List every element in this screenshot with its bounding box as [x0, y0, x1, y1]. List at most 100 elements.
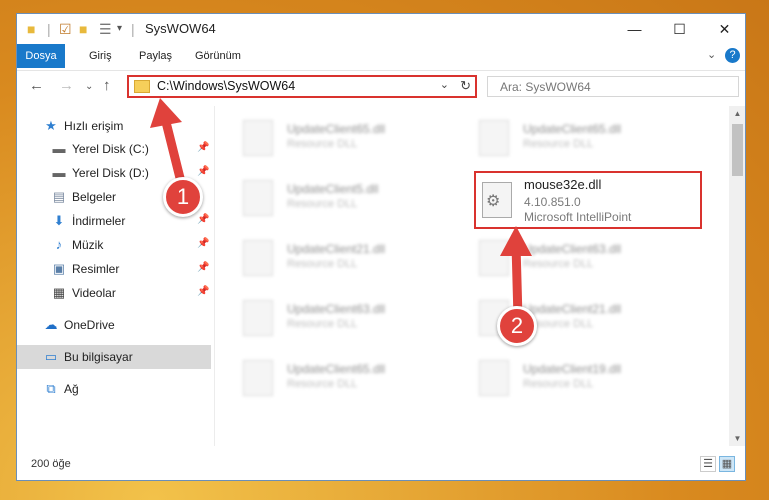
file-type: Resource DLL: [287, 378, 358, 390]
cloud-icon: ☁: [44, 317, 58, 332]
file-company: Microsoft IntelliPoint: [524, 210, 632, 224]
file-explorer-window: ■ | ☑ ■ ☰ ▾ | SysWOW64 — ☐ ✕ Dosya Giriş…: [16, 13, 746, 481]
separator-icon: |: [47, 21, 51, 37]
tab-paylas[interactable]: Paylaş: [139, 44, 172, 68]
list-item[interactable]: UpdateClient63.dll Resource DLL: [215, 294, 435, 344]
file-name: UpdateClient65.dll: [287, 362, 386, 376]
refresh-icon[interactable]: ↻: [460, 78, 471, 94]
list-item[interactable]: UpdateClient63.dll Resource DLL: [451, 234, 671, 284]
sidebar-item-network[interactable]: ⧉ Ağ: [17, 377, 211, 401]
sidebar-item-label: Müzik: [72, 238, 104, 252]
documents-icon: ▤: [52, 189, 66, 204]
file-name: UpdateClient65.dll: [287, 122, 386, 136]
sidebar-item-label: İndirmeler: [72, 214, 126, 228]
highlighted-file-mouse32e[interactable]: ⚙ mouse32e.dll 4.10.851.0 Microsoft Inte…: [474, 171, 702, 229]
sidebar-item-label: Belgeler: [72, 190, 117, 204]
dll-file-icon: [243, 360, 273, 396]
computer-icon: ▭: [44, 349, 58, 364]
vertical-scrollbar[interactable]: ▲ ▼: [729, 106, 745, 446]
chevron-down-icon[interactable]: ⌄: [440, 78, 449, 91]
expand-ribbon-icon[interactable]: ⌄: [707, 48, 716, 61]
sidebar-item-quick-access[interactable]: ★ Hızlı erişim: [17, 114, 211, 138]
pin-icon[interactable]: 📌: [197, 166, 209, 177]
sidebar-item-label: Yerel Disk (C:): [72, 142, 149, 156]
sidebar-item-music[interactable]: ♪ Müzik 📌: [17, 233, 211, 257]
forward-arrow-icon[interactable]: →: [59, 77, 74, 94]
file-type: Resource DLL: [287, 198, 358, 210]
address-path[interactable]: C:\Windows\SysWOW64: [157, 79, 295, 93]
scroll-up-icon[interactable]: ▲: [729, 109, 745, 118]
file-name: UpdateClient19.dll: [523, 362, 622, 376]
sidebar-item-label: Ağ: [64, 382, 79, 396]
tab-giris[interactable]: Giriş: [89, 44, 112, 68]
address-bar[interactable]: C:\Windows\SysWOW64 ⌄ ↻: [127, 75, 477, 98]
folder-icon: [134, 80, 150, 93]
minimize-button[interactable]: —: [612, 14, 657, 44]
search-placeholder[interactable]: Ara: SysWOW64: [500, 80, 591, 94]
sidebar-item-pictures[interactable]: ▣ Resimler 📌: [17, 257, 211, 281]
status-bar: 200 öğe ☰ ▦: [17, 450, 745, 480]
scrollbar-thumb[interactable]: [732, 124, 743, 176]
list-item[interactable]: UpdateClient21.dll Resource DLL: [215, 234, 435, 284]
pin-icon[interactable]: 📌: [197, 238, 209, 249]
back-arrow-icon[interactable]: ←: [29, 77, 44, 94]
file-name: UpdateClient21.dll: [523, 302, 622, 316]
search-box[interactable]: Ara: SysWOW64: [487, 76, 739, 97]
dll-file-icon: [243, 300, 273, 336]
step-badge-2: 2: [497, 306, 537, 346]
pin-icon[interactable]: 📌: [197, 214, 209, 225]
maximize-button[interactable]: ☐: [657, 14, 702, 44]
network-icon: ⧉: [46, 381, 56, 396]
star-icon: ★: [45, 118, 57, 133]
file-type: Resource DLL: [523, 258, 594, 270]
file-list: UpdateClient65.dll Resource DLL UpdateCl…: [215, 106, 727, 446]
navigation-pane: ★ Hızlı erişim ▬ Yerel Disk (C:) 📌 ▬ Yer…: [17, 106, 214, 446]
separator-icon: |: [131, 21, 135, 37]
sidebar-item-disk-c[interactable]: ▬ Yerel Disk (C:) 📌: [17, 137, 211, 161]
music-note-icon: ♪: [55, 237, 63, 252]
list-item[interactable]: UpdateClient5.dll Resource DLL: [215, 174, 435, 224]
dll-file-icon: [243, 240, 273, 276]
large-icons-view-icon[interactable]: ▦: [719, 456, 735, 472]
customize-toolbar-icon[interactable]: ☰: [99, 21, 112, 37]
list-item[interactable]: UpdateClient21.dll Resource DLL: [451, 294, 671, 344]
dll-file-icon: [243, 180, 273, 216]
help-button[interactable]: ?: [725, 48, 740, 63]
sidebar-item-videos[interactable]: ▦ Videolar 📌: [17, 281, 211, 305]
pin-icon[interactable]: 📌: [197, 286, 209, 297]
recent-locations-chevron-icon[interactable]: ⌄: [85, 81, 93, 92]
new-folder-icon[interactable]: ■: [79, 21, 87, 37]
file-type: Resource DLL: [523, 378, 594, 390]
list-item[interactable]: UpdateClient65.dll Resource DLL: [215, 114, 435, 164]
title-bar: ■ | ☑ ■ ☰ ▾ | SysWOW64 — ☐ ✕: [17, 14, 745, 44]
close-button[interactable]: ✕: [702, 14, 745, 44]
pin-icon[interactable]: 📌: [197, 262, 209, 273]
chevron-down-icon[interactable]: ▾: [117, 21, 122, 37]
file-version: 4.10.851.0: [524, 195, 581, 209]
pictures-icon: ▣: [52, 261, 66, 276]
file-type: Resource DLL: [523, 138, 594, 150]
list-item[interactable]: UpdateClient65.dll Resource DLL: [451, 114, 671, 164]
properties-icon[interactable]: ☑: [59, 21, 72, 37]
list-item[interactable]: UpdateClient19.dll Resource DLL: [451, 354, 671, 404]
file-name: UpdateClient65.dll: [523, 122, 622, 136]
list-item[interactable]: UpdateClient65.dll Resource DLL: [215, 354, 435, 404]
window-title: SysWOW64: [145, 21, 216, 36]
step-badge-1: 1: [163, 177, 203, 217]
drive-icon: ▬: [52, 141, 66, 156]
sidebar-item-label: OneDrive: [64, 318, 115, 332]
dll-file-icon: [479, 120, 509, 156]
sidebar-item-label: Bu bilgisayar: [64, 350, 133, 364]
file-name: UpdateClient63.dll: [287, 302, 386, 316]
file-name: UpdateClient5.dll: [287, 182, 379, 196]
up-arrow-icon[interactable]: ↑: [103, 77, 111, 94]
drive-icon: ▬: [52, 165, 66, 180]
tab-dosya[interactable]: Dosya: [17, 44, 65, 68]
sidebar-item-this-pc[interactable]: ▭ Bu bilgisayar: [17, 345, 211, 369]
tab-gorunum[interactable]: Görünüm: [195, 44, 241, 68]
file-type: Resource DLL: [287, 138, 358, 150]
scroll-down-icon[interactable]: ▼: [729, 434, 745, 443]
pin-icon[interactable]: 📌: [197, 142, 209, 153]
sidebar-item-onedrive[interactable]: ☁ OneDrive: [17, 313, 211, 337]
details-view-icon[interactable]: ☰: [700, 456, 716, 472]
